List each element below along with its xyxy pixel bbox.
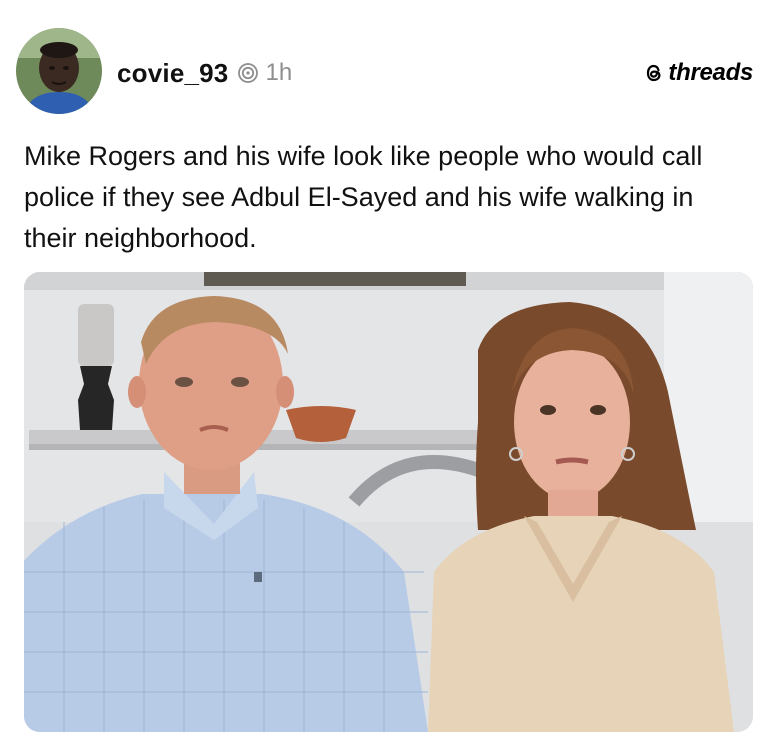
avatar[interactable]	[16, 28, 102, 114]
couple-photo	[24, 272, 753, 732]
timestamp: 1h	[265, 59, 293, 86]
repost-spiral-icon	[237, 62, 259, 84]
user-avatar-photo	[16, 28, 102, 114]
threads-brand: threads	[643, 58, 753, 88]
brand-name: threads	[668, 59, 753, 86]
post-text: Mike Rogers and his wife look like peopl…	[24, 141, 703, 253]
username[interactable]: covie_93	[117, 58, 228, 89]
author-row: covie_93 1h	[117, 56, 292, 90]
threads-logo-icon	[643, 62, 665, 84]
threads-post: covie_93 1h threads Mike Rogers and his …	[0, 0, 777, 750]
post-media[interactable]	[24, 272, 753, 732]
